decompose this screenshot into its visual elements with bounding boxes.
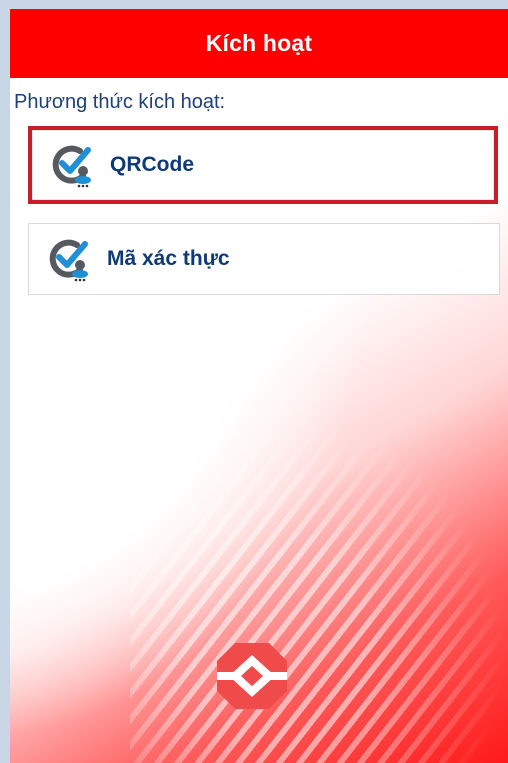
page-title: Kích hoạt (205, 30, 313, 56)
background-stripes (130, 309, 508, 763)
app-header: Kích hoạt (10, 9, 508, 78)
app-frame: Kích hoạt Phương thức kích hoạt: QRCode (0, 0, 508, 763)
bank-logo-icon (217, 643, 287, 709)
option-verification-code[interactable]: Mã xác thực (28, 223, 500, 295)
activation-method-label: Phương thức kích hoạt: (14, 91, 226, 113)
option-label: Mã xác thực (107, 247, 230, 270)
screen-background: Kích hoạt Phương thức kích hoạt: QRCode (10, 9, 508, 763)
option-label: QRCode (110, 153, 194, 176)
verified-user-icon (52, 145, 91, 188)
verified-user-icon (49, 239, 88, 282)
option-qrcode[interactable]: QRCode (28, 126, 498, 204)
